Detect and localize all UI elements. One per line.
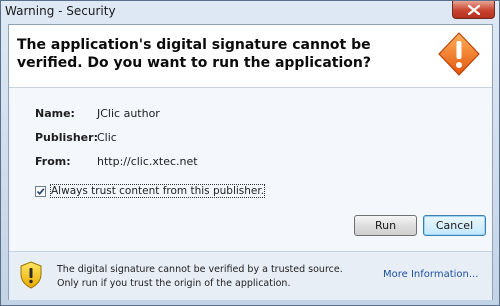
cancel-button[interactable]: Cancel xyxy=(423,215,486,236)
publisher-value: Clic xyxy=(97,131,117,144)
headline: The application's digital signature cann… xyxy=(17,37,371,71)
footer-warning: The digital signature cannot be verified… xyxy=(9,251,492,300)
dialog-header: The application's digital signature cann… xyxy=(9,25,492,88)
window-title: Warning - Security xyxy=(5,4,116,18)
security-warning-dialog: Warning - Security The application's dig… xyxy=(0,0,500,306)
checkmark-icon xyxy=(36,188,45,196)
run-button[interactable]: Run xyxy=(354,215,417,236)
footer-message: The digital signature cannot be verified… xyxy=(57,264,343,289)
publisher-label: Publisher: xyxy=(35,131,98,144)
warning-shield-icon xyxy=(20,261,42,289)
name-value: JClic author xyxy=(97,107,160,120)
warning-diamond-icon xyxy=(438,32,480,76)
trust-checkbox-label[interactable]: Always trust content from this publisher… xyxy=(49,184,266,198)
more-information-link[interactable]: More Information... xyxy=(383,269,478,280)
from-label: From: xyxy=(35,155,71,168)
from-value: http://clic.xtec.net xyxy=(97,155,198,168)
close-button[interactable] xyxy=(452,1,495,19)
name-label: Name: xyxy=(35,107,75,120)
trust-checkbox[interactable] xyxy=(35,186,46,197)
dialog-body: The application's digital signature cann… xyxy=(8,24,493,300)
close-icon xyxy=(468,5,480,15)
title-bar[interactable]: Warning - Security xyxy=(1,1,499,23)
